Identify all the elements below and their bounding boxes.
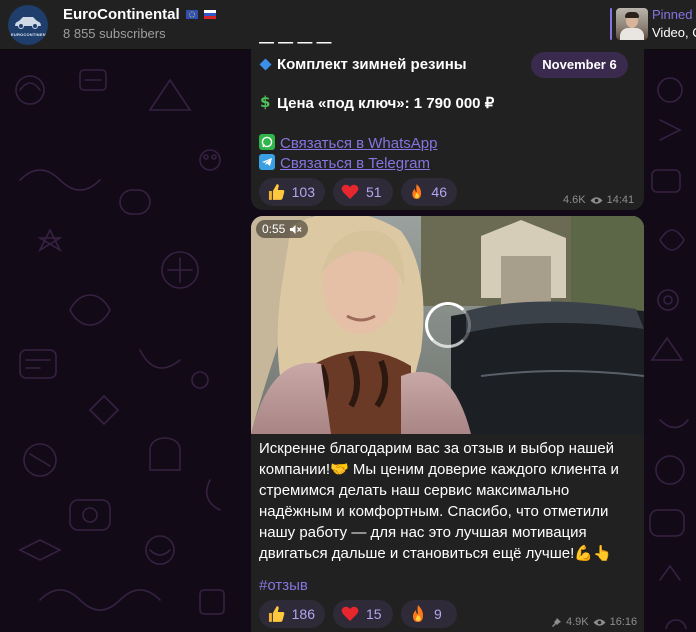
tires-text: Комплект зимней резины [277, 56, 467, 73]
reactions-row: 103 51 46 [259, 178, 457, 206]
ru-flag-icon [204, 10, 217, 19]
caption-line: надёжным и комфортным. Спасибо, что отме… [259, 503, 609, 520]
video-player[interactable]: 0:55 [251, 216, 644, 434]
reaction-fire[interactable]: 46 [401, 178, 457, 206]
price-label: Цена «под ключ»: [277, 95, 410, 112]
reaction-thumbs-up[interactable]: 186 [259, 600, 325, 628]
hashtag-link[interactable]: #отзыв [259, 577, 308, 594]
message-line-tires: Комплект зимней резины [259, 56, 467, 73]
caption-line: Искренне благодарим вас за отзыв и выбор… [259, 440, 615, 457]
message-meta: 4.9K 16:16 [547, 616, 637, 628]
caption-line: компании!🤝 Мы ценим доверие каждого клие… [259, 461, 619, 478]
message-caption: Искренне благодарим вас за отзыв и выбор… [259, 438, 639, 564]
reaction-count: 186 [291, 606, 315, 622]
reaction-count: 9 [434, 606, 442, 622]
reaction-count: 51 [366, 184, 382, 200]
price-value: 1 790 000 ₽ [413, 95, 495, 112]
view-count: 4.6K [563, 194, 586, 206]
avatar-brand-text: EUROCONTINENTAL [11, 32, 48, 37]
message-time: 14:41 [606, 194, 635, 206]
eye-icon [593, 618, 606, 626]
loading-spinner-icon[interactable] [425, 302, 471, 348]
reactions-row: 186 15 9 [259, 600, 457, 628]
reaction-count: 15 [366, 606, 382, 622]
telegram-icon [259, 154, 275, 170]
thumbs-up-icon [268, 184, 285, 200]
message-line-price: $ Цена «под ключ»: 1 790 000 ₽ [259, 94, 494, 112]
eu-flag-icon [185, 10, 198, 19]
subscriber-count: 8 855 subscribers [63, 26, 166, 41]
pinned-preview: Video, C [652, 25, 696, 40]
whatsapp-link[interactable]: Связаться в WhatsApp [280, 135, 437, 152]
video-duration: 0:55 [262, 222, 286, 236]
video-duration-badge: 0:55 [256, 220, 309, 238]
channel-name: EuroContinental [63, 6, 180, 23]
fire-icon [413, 605, 423, 622]
reaction-count: 103 [291, 184, 315, 200]
reaction-heart[interactable]: 51 [333, 178, 393, 206]
channel-title[interactable]: EuroContinental [63, 6, 217, 23]
pinned-label: Pinned [652, 7, 693, 22]
message-text-cut: — — — — [259, 42, 332, 51]
telegram-link[interactable]: Связаться в Telegram [280, 155, 430, 172]
message-bubble[interactable]: 0:55 Искренне благодарим вас за отзыв и … [251, 216, 644, 632]
heart-icon [341, 184, 359, 199]
pinned-thumbnail [616, 8, 648, 40]
message-meta: 4.6K 14:41 [563, 194, 634, 206]
reaction-thumbs-up[interactable]: 103 [259, 178, 325, 206]
caption-line: стремимся делать наш сервис максимально [259, 482, 570, 499]
car-logo-icon [15, 17, 41, 29]
telegram-link-row[interactable]: Связаться в Telegram [259, 154, 430, 172]
pin-icon [552, 617, 561, 627]
reaction-heart[interactable]: 15 [333, 600, 393, 628]
pinned-indicator [610, 8, 612, 40]
thumbs-up-icon [268, 606, 285, 622]
pinned-message-bar[interactable]: Pinned Video, C [610, 6, 696, 44]
caption-line: нашу работу — для нас это лучшая мотивац… [259, 524, 587, 541]
message-time: 16:16 [609, 616, 638, 628]
heart-icon [341, 606, 359, 621]
caption-line: двигаться дальше и становиться ещё лучше… [259, 545, 612, 562]
fire-icon [412, 184, 422, 199]
reaction-count: 46 [431, 184, 447, 200]
muted-speaker-icon[interactable] [289, 224, 302, 235]
svg-text:$: $ [260, 94, 270, 110]
channel-avatar[interactable]: EUROCONTINENTAL [8, 5, 48, 45]
whatsapp-icon [259, 134, 275, 150]
reaction-fire[interactable]: 9 [401, 600, 457, 628]
whatsapp-link-row[interactable]: Связаться в WhatsApp [259, 134, 437, 152]
dollar-icon: $ [260, 94, 270, 110]
eye-icon [590, 196, 603, 204]
date-separator: November 6 [531, 52, 628, 78]
view-count: 4.9K [566, 616, 589, 628]
blue-diamond-icon [259, 58, 272, 71]
